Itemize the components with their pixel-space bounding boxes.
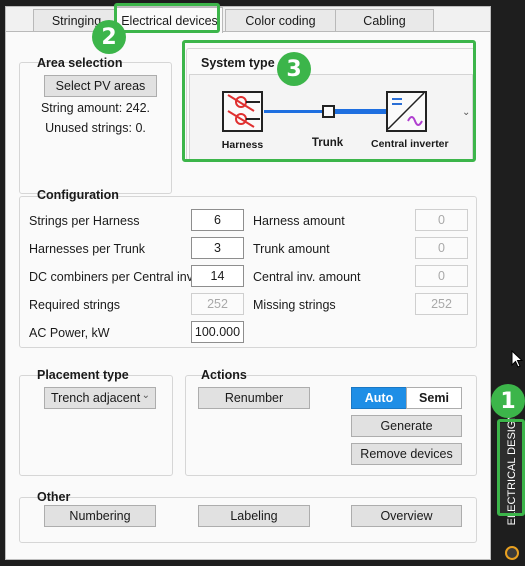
string-amount-text: String amount: 242. — [40, 101, 151, 115]
trunk-icon — [322, 105, 335, 118]
central-inv-amount-field — [415, 265, 468, 287]
badge-step-2: 2 — [92, 20, 126, 54]
harness-wire — [264, 110, 322, 113]
placement-type-dropdown[interactable]: Trench adjacent ⌄ — [44, 387, 156, 409]
harness-icon — [222, 91, 263, 132]
badge-step-1: 1 — [491, 384, 525, 418]
tab-color-coding[interactable]: Color coding — [225, 9, 336, 31]
required-strings-label: Required strings — [29, 298, 121, 312]
unused-strings-text: Unused strings: 0. — [45, 121, 146, 135]
system-type-selector[interactable]: Harness Trunk Central inverter ⌄ — [189, 74, 473, 161]
central-inverter-label: Central inverter — [371, 138, 449, 150]
harness-label: Harness — [221, 139, 264, 151]
generate-button[interactable]: Generate — [351, 415, 462, 437]
chevron-down-icon: ⌄ — [141, 390, 150, 401]
side-tab-label: ELECTRICAL DESIGN — [506, 412, 518, 526]
dc-combiners-input[interactable] — [191, 265, 244, 287]
tab-cabling[interactable]: Cabling — [335, 9, 434, 31]
harnesses-per-trunk-input[interactable] — [191, 237, 244, 259]
area-selection-title: Area selection — [37, 56, 123, 70]
tab-content: Area selection Select PV areas String am… — [6, 31, 490, 559]
badge-step-3: 3 — [277, 52, 311, 86]
remove-devices-button[interactable]: Remove devices — [351, 443, 462, 465]
renumber-button[interactable]: Renumber — [198, 387, 310, 409]
trunk-wire — [335, 109, 386, 114]
chevron-down-icon[interactable]: ⌄ — [462, 107, 470, 118]
required-strings-field — [191, 293, 244, 315]
app-logo-icon — [505, 546, 519, 560]
placement-type-value: Trench adjacent — [51, 391, 141, 405]
harness-amount-field — [415, 209, 468, 231]
ac-power-label: AC Power, kW — [29, 326, 110, 340]
ac-power-input[interactable] — [191, 321, 244, 343]
strings-per-harness-input[interactable] — [191, 209, 244, 231]
other-title: Other — [37, 490, 71, 504]
placement-type-title: Placement type — [37, 368, 129, 382]
trunk-amount-field — [415, 237, 468, 259]
labeling-button[interactable]: Labeling — [198, 505, 310, 527]
missing-strings-label: Missing strings — [253, 298, 336, 312]
tab-electrical-devices[interactable]: Electrical devices — [116, 7, 223, 33]
dc-combiners-label: DC combiners per Central inv. — [29, 270, 196, 284]
system-type-title: System type — [201, 56, 275, 70]
auto-toggle[interactable]: Auto — [351, 387, 407, 409]
configuration-title: Configuration — [37, 188, 119, 202]
harness-amount-label: Harness amount — [253, 214, 345, 228]
trunk-label: Trunk — [311, 137, 344, 149]
harnesses-per-trunk-label: Harnesses per Trunk — [29, 242, 146, 256]
overview-button[interactable]: Overview — [351, 505, 462, 527]
numbering-button[interactable]: Numbering — [44, 505, 156, 527]
actions-title: Actions — [201, 368, 247, 382]
trunk-amount-label: Trunk amount — [253, 242, 330, 256]
missing-strings-field — [415, 293, 468, 315]
central-inv-amount-label: Central inv. amount — [253, 270, 361, 284]
strings-per-harness-label: Strings per Harness — [29, 214, 140, 228]
select-pv-areas-button[interactable]: Select PV areas — [44, 75, 157, 97]
electrical-panel: Stringing Electrical devices Color codin… — [5, 6, 491, 560]
electrical-design-side-tab[interactable]: ELECTRICAL DESIGN — [499, 413, 525, 525]
central-inverter-icon — [386, 91, 427, 132]
semi-toggle[interactable]: Semi — [406, 387, 462, 409]
cursor-icon — [511, 350, 523, 368]
